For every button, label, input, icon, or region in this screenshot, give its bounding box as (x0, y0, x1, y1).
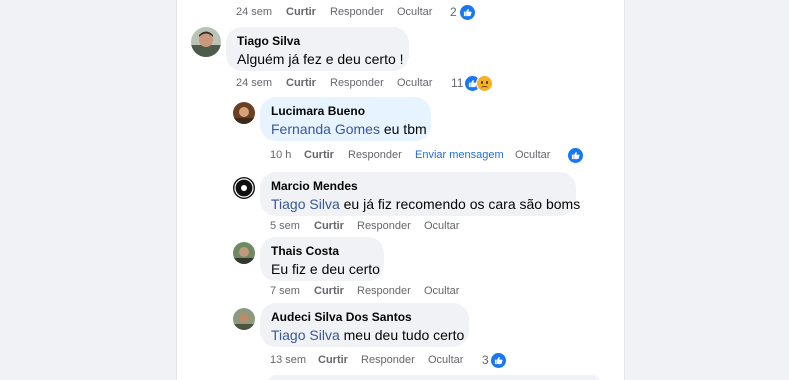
mention-link[interactable]: Tiago Silva (271, 327, 340, 343)
comment-body: meu deu tudo certo (339, 327, 465, 343)
reply-button[interactable]: Responder (330, 4, 384, 20)
avatar[interactable] (233, 102, 255, 124)
sad-reaction-icon (476, 74, 494, 92)
comment-body: eu já fiz recomendo os cara são boms (339, 196, 581, 212)
comment-bubble: Audeci Silva Dos Santos Tiago Silva meu … (260, 303, 469, 347)
comment-author[interactable]: Lucimara Bueno (271, 103, 419, 119)
comment-age[interactable]: 5 sem (270, 218, 300, 234)
hide-button[interactable]: Ocultar (397, 75, 432, 91)
comment-age[interactable]: 10 h (270, 147, 291, 163)
comment-author[interactable]: Thais Costa (271, 243, 372, 259)
comment-actions: 10 h Curtir Responder Enviar mensagem Oc… (270, 147, 610, 163)
like-icon (458, 3, 476, 21)
comment-actions: 5 sem Curtir Responder Ocultar (270, 218, 570, 234)
comment-text: Tiago Silva eu já fiz recomendo os cara … (271, 195, 580, 214)
reply-button[interactable]: Responder (348, 147, 402, 163)
hide-button[interactable]: Ocultar (424, 283, 459, 299)
comment-text: Alguém já fez e deu certo ! (237, 51, 404, 67)
comment-bubble: Lucimara Bueno Fernanda Gomes eu tbm (260, 97, 431, 141)
reaction-number: 11 (451, 76, 464, 90)
comment-age[interactable]: 24 sem (236, 75, 272, 91)
like-icon (489, 351, 507, 369)
comment-author[interactable]: Marcio Mendes (271, 178, 564, 194)
reaction-number: 2 (450, 5, 457, 19)
send-message-button[interactable]: Enviar mensagem (415, 147, 504, 163)
like-button[interactable]: Curtir (286, 75, 316, 91)
hide-button[interactable]: Ocultar (515, 147, 550, 163)
comment-age[interactable]: 13 sem (270, 352, 306, 368)
like-icon (567, 146, 584, 164)
reply-button[interactable]: Responder (361, 352, 415, 368)
comment-author[interactable]: Audeci Silva Dos Santos (271, 309, 457, 325)
comments-panel: 24 sem Curtir Responder Ocultar 2 Tiago … (176, 0, 625, 380)
comment-text: Tiago Silva meu deu tudo certo (271, 326, 464, 345)
comment-body: eu tbm (379, 121, 427, 137)
comment-actions: 7 sem Curtir Responder Ocultar (270, 283, 570, 299)
reaction-count[interactable]: 11 (451, 74, 494, 92)
comment-bubble (267, 375, 601, 380)
comment-author[interactable]: Tiago Silva (237, 33, 397, 49)
mention-link[interactable]: Fernanda Gomes (271, 121, 380, 137)
reaction-number: 3 (482, 353, 489, 367)
like-button[interactable]: Curtir (318, 352, 348, 368)
avatar[interactable] (191, 27, 221, 57)
comment-text: Fernanda Gomes eu tbm (271, 120, 427, 139)
like-button[interactable]: Curtir (314, 218, 344, 234)
hide-button[interactable]: Ocultar (397, 4, 432, 20)
comment-bubble: Marcio Mendes Tiago Silva eu já fiz reco… (260, 172, 580, 216)
comment-age[interactable]: 24 sem (236, 4, 272, 20)
reaction-count[interactable] (567, 146, 584, 164)
reply-button[interactable]: Responder (357, 283, 411, 299)
reply-button[interactable]: Responder (330, 75, 384, 91)
hide-button[interactable]: Ocultar (428, 352, 463, 368)
like-button[interactable]: Curtir (314, 283, 344, 299)
hide-button[interactable]: Ocultar (424, 218, 459, 234)
reaction-count[interactable]: 3 (482, 351, 507, 369)
like-button[interactable]: Curtir (304, 147, 334, 163)
comment-text: Eu fiz e deu certo (271, 261, 380, 277)
comment-actions: 24 sem Curtir Responder Ocultar (236, 4, 536, 20)
comment-actions: 13 sem Curtir Responder Ocultar (270, 352, 570, 368)
comment-age[interactable]: 7 sem (270, 283, 300, 299)
avatar[interactable] (233, 177, 255, 199)
reaction-count[interactable]: 2 (450, 3, 476, 21)
like-button[interactable]: Curtir (286, 4, 316, 20)
comment-bubble: Tiago Silva Alguém já fez e deu certo ! (226, 27, 409, 71)
avatar[interactable] (233, 242, 255, 264)
reply-button[interactable]: Responder (357, 218, 411, 234)
avatar[interactable] (233, 308, 255, 330)
mention-link[interactable]: Tiago Silva (271, 196, 340, 212)
comment-bubble: Thais Costa Eu fiz e deu certo (260, 237, 384, 281)
